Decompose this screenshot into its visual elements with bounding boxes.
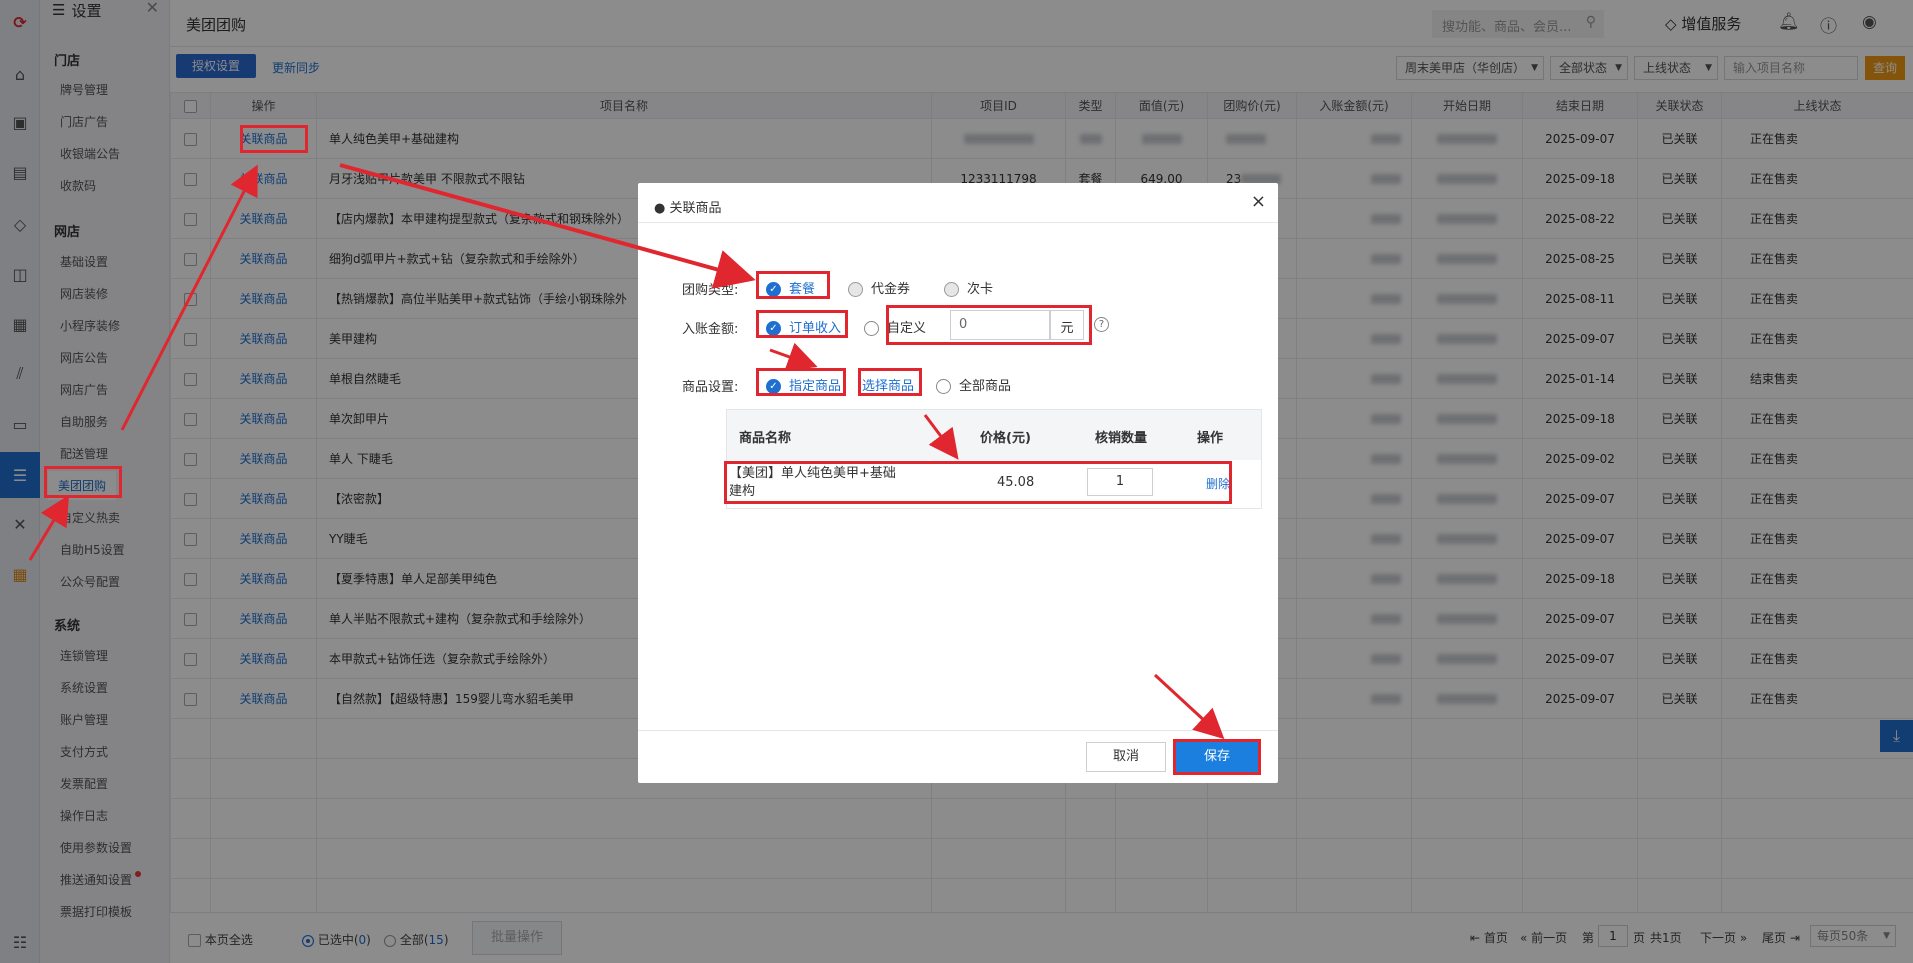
type-option-times-card[interactable]: 次卡: [944, 278, 993, 297]
col-header: 价格(元): [980, 431, 1031, 446]
annotation-box: [756, 310, 848, 338]
amount-label: 入账金额:: [682, 322, 739, 337]
annotation-box: [1173, 739, 1261, 775]
product-table-header: 商品名称 价格(元) 核销数量 操作: [727, 410, 1261, 460]
annotation-box: [724, 461, 1232, 504]
radio-icon: [936, 379, 951, 394]
annotation-box: [756, 271, 830, 299]
annotation-box: [858, 368, 922, 396]
radio-icon: [848, 282, 863, 297]
link-product-dialog: ● 关联商品 × 团购类型: ✓ 套餐 代金券 次卡 入账金额: ✓ 订单收入 自定…: [638, 183, 1278, 783]
col-header: 操作: [1197, 431, 1224, 446]
option-label: 全部商品: [959, 379, 1012, 394]
dialog-header: ● 关联商品: [638, 183, 1278, 223]
product-option-all[interactable]: 全部商品: [936, 375, 1011, 394]
close-icon[interactable]: ×: [1251, 191, 1266, 212]
dialog-title: 关联商品: [669, 201, 722, 216]
annotation-box: [44, 466, 122, 498]
product-setting-label: 商品设置:: [682, 380, 739, 395]
option-label: 代金券: [871, 282, 911, 297]
annotation-box: [886, 305, 1092, 345]
col-header: 核销数量: [1095, 431, 1148, 446]
divider: [638, 730, 1278, 731]
help-icon[interactable]: ?: [1094, 317, 1109, 332]
annotation-box: [240, 125, 308, 153]
type-option-voucher[interactable]: 代金券: [848, 278, 910, 297]
cancel-button[interactable]: 取消: [1086, 742, 1166, 772]
option-label: 次卡: [967, 282, 994, 297]
group-type-label: 团购类型:: [682, 283, 739, 298]
radio-icon: [864, 321, 879, 336]
col-header: 商品名称: [739, 431, 792, 446]
radio-icon: [944, 282, 959, 297]
annotation-box: [756, 368, 846, 396]
